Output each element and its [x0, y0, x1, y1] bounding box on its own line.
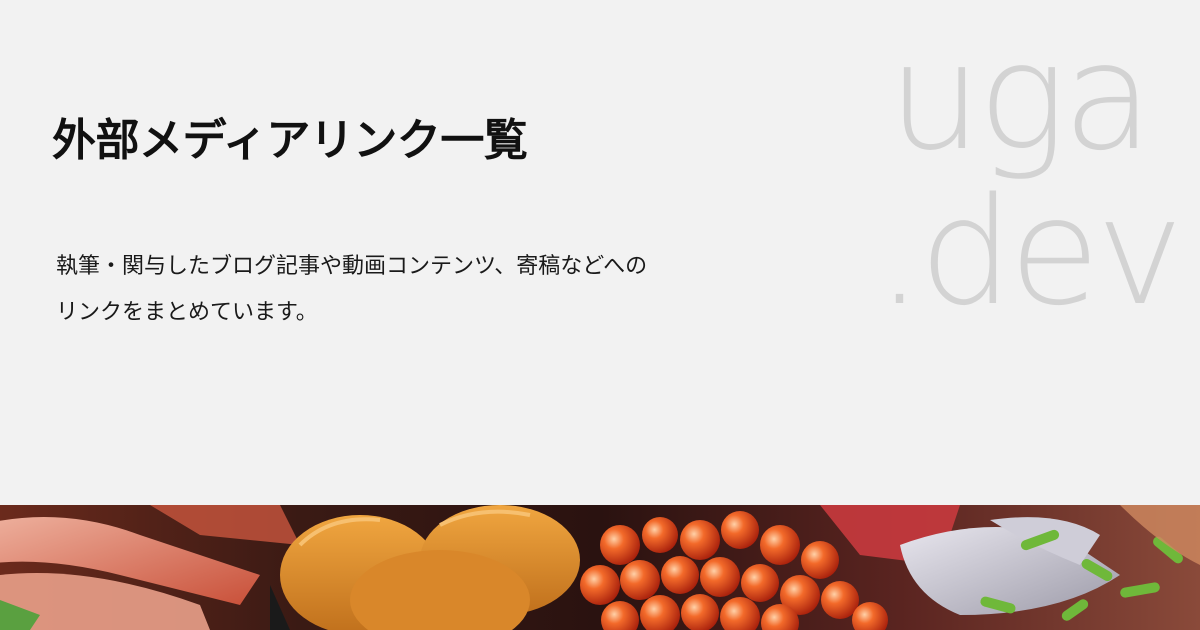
description-line-2: リンクをまとめています。	[56, 300, 318, 325]
uga-dev-logo: uga .dev	[880, 20, 1180, 320]
ogp-card: 外部メディアリンク一覧 執筆・関与したブログ記事や動画コンテンツ、寄稿などへの …	[0, 0, 1200, 630]
page-description: 執筆・関与したブログ記事や動画コンテンツ、寄稿などへの リンクをまとめています。	[56, 244, 716, 336]
description-line-1: 執筆・関与したブログ記事や動画コンテンツ、寄稿などへの	[56, 254, 648, 279]
sushi-banner-image	[0, 505, 1200, 630]
page-title: 外部メディアリンク一覧	[52, 115, 528, 166]
logo-line-2: .dev	[880, 166, 1180, 320]
sushi-photo-icon	[0, 505, 1200, 630]
logo-line-1: uga	[888, 20, 1149, 183]
